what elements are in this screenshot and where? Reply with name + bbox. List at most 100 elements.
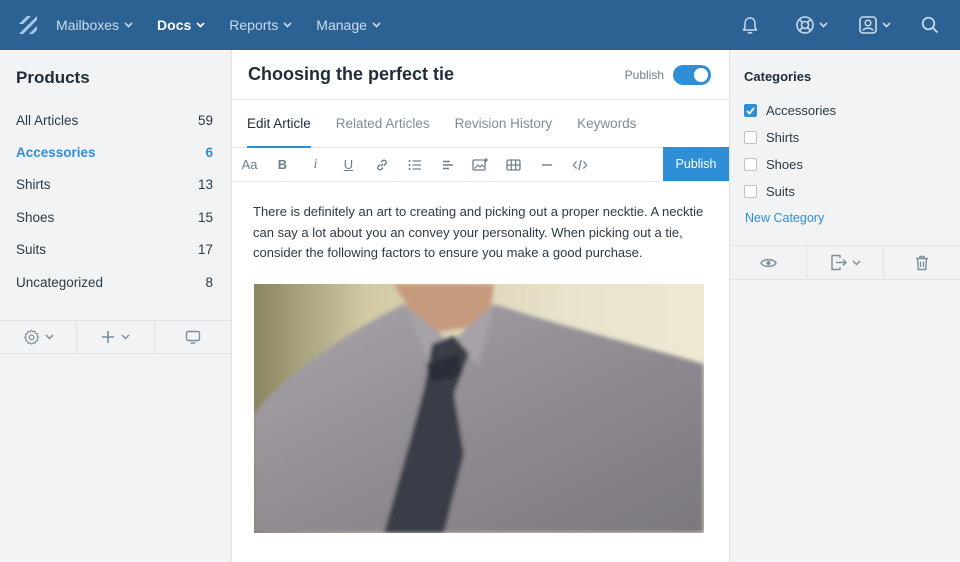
search-icon[interactable]: [921, 16, 939, 34]
sidebar-item-count: 15: [197, 209, 213, 225]
checkmark-icon: [746, 106, 755, 115]
preview-button[interactable]: [730, 246, 807, 279]
table-icon: [506, 158, 521, 171]
article-image[interactable]: [254, 284, 704, 533]
toggle-knob: [694, 67, 708, 82]
tab-revision-history[interactable]: Revision History: [455, 100, 553, 147]
horizontal-rule-button[interactable]: [530, 148, 563, 182]
checkbox[interactable]: [744, 104, 757, 117]
sidebar-item-count: 59: [197, 112, 213, 128]
chevron-down-icon: [882, 22, 891, 28]
editor-toolbar: Aa B i U Publish: [232, 147, 729, 182]
sidebar-item-label: Suits: [16, 242, 47, 258]
category-checkbox-accessories[interactable]: Accessories: [730, 97, 960, 124]
category-checkbox-shirts[interactable]: Shirts: [730, 124, 960, 151]
sidebar-item-all-articles[interactable]: All Articles 59: [0, 104, 231, 136]
insert-image-button[interactable]: [464, 148, 497, 182]
export-button[interactable]: [807, 246, 884, 279]
sidebar-item-accessories[interactable]: Accessories 6: [0, 136, 231, 168]
category-checkbox-suits[interactable]: Suits: [730, 178, 960, 205]
sidebar-item-shoes[interactable]: Shoes 15: [0, 201, 231, 233]
sidebar-title: Products: [16, 68, 90, 87]
account-icon[interactable]: [858, 15, 891, 35]
chevron-down-icon: [283, 22, 292, 28]
nav-mailboxes[interactable]: Mailboxes: [56, 0, 133, 50]
nav-docs[interactable]: Docs: [157, 0, 205, 50]
new-category-link[interactable]: New Category: [730, 205, 960, 236]
chevron-down-icon: [124, 22, 133, 28]
sidebar-item-shirts[interactable]: Shirts 13: [0, 169, 231, 201]
publish-toggle-group: Publish: [625, 64, 711, 85]
nav-reports-label: Reports: [229, 17, 279, 33]
tab-edit-article[interactable]: Edit Article: [247, 100, 311, 148]
article-actions-toolbar: [730, 245, 960, 280]
right-sidebar: Categories Accessories Shirts Shoes Suit…: [729, 50, 960, 562]
bell-icon[interactable]: [741, 16, 759, 35]
export-icon: [830, 254, 847, 271]
underline-button[interactable]: U: [332, 148, 365, 182]
code-icon: [572, 159, 587, 170]
checkbox-label: Shoes: [766, 157, 803, 172]
chevron-down-icon: [196, 22, 205, 28]
article-header: Choosing the perfect tie Publish: [232, 50, 729, 100]
nav-manage-label: Manage: [316, 17, 367, 33]
sidebar-item-suits[interactable]: Suits 17: [0, 234, 231, 266]
insert-table-button[interactable]: [497, 148, 530, 182]
checkbox-label: Shirts: [766, 130, 800, 145]
chevron-down-icon: [121, 334, 130, 340]
link-button[interactable]: [365, 148, 398, 182]
logo-icon[interactable]: [0, 0, 56, 50]
sidebar-item-uncategorized[interactable]: Uncategorized 8: [0, 266, 231, 298]
article-editor: Choosing the perfect tie Publish Edit Ar…: [232, 50, 729, 562]
trash-icon: [916, 255, 928, 270]
bold-button[interactable]: B: [266, 148, 299, 182]
article-body[interactable]: There is definitely an art to creating a…: [232, 182, 729, 264]
checkbox[interactable]: [744, 158, 757, 171]
delete-button[interactable]: [884, 246, 960, 279]
plus-icon: [101, 331, 114, 343]
article-title[interactable]: Choosing the perfect tie: [248, 64, 454, 85]
bulleted-list-button[interactable]: [398, 148, 431, 182]
top-nav: Mailboxes Docs Reports Manage: [0, 0, 960, 50]
nav-mailboxes-label: Mailboxes: [56, 17, 120, 33]
sidebar-item-count: 6: [205, 145, 213, 161]
sidebar-item-count: 17: [197, 242, 213, 258]
chevron-down-icon: [851, 259, 861, 266]
chevron-down-icon: [819, 22, 828, 28]
link-icon: [376, 159, 387, 170]
checkbox[interactable]: [744, 131, 757, 144]
sidebar-item-count: 8: [205, 274, 213, 290]
sidebar-item-count: 13: [197, 177, 213, 193]
publish-toggle[interactable]: [673, 64, 711, 85]
tab-keywords[interactable]: Keywords: [577, 100, 636, 147]
categories-title: Categories: [744, 69, 812, 84]
sidebar-item-label: Uncategorized: [16, 274, 104, 290]
nav-docs-label: Docs: [157, 17, 192, 33]
monitor-icon: [185, 330, 201, 344]
sidebar-item-label: Shoes: [16, 209, 55, 225]
help-lifebuoy-icon[interactable]: [795, 15, 828, 35]
article-tabs: Edit Article Related Articles Revision H…: [232, 100, 729, 148]
image-add-icon: [472, 158, 488, 171]
preview-site-button[interactable]: [155, 321, 231, 353]
list-icon: [408, 159, 421, 170]
nav-reports[interactable]: Reports: [229, 0, 292, 50]
sidebar-toolbar: [0, 320, 231, 354]
align-left-icon: [442, 160, 453, 169]
checkbox-label: Suits: [766, 184, 795, 199]
code-view-button[interactable]: [563, 148, 596, 182]
nav-manage[interactable]: Manage: [316, 0, 381, 50]
checkbox[interactable]: [744, 185, 757, 198]
category-checkbox-shoes[interactable]: Shoes: [730, 151, 960, 178]
font-size-button[interactable]: Aa: [233, 148, 266, 182]
add-button[interactable]: [77, 321, 155, 353]
tab-related-articles[interactable]: Related Articles: [336, 100, 430, 147]
left-sidebar: Products All Articles 59 Accessories 6 S…: [0, 50, 232, 562]
sidebar-item-label: All Articles: [16, 112, 79, 128]
sidebar-item-label: Accessories: [16, 145, 96, 161]
italic-button[interactable]: i: [299, 148, 332, 182]
align-button[interactable]: [431, 148, 464, 182]
checkbox-label: Accessories: [766, 103, 837, 118]
publish-button[interactable]: Publish: [663, 147, 729, 181]
settings-button[interactable]: [0, 321, 78, 353]
